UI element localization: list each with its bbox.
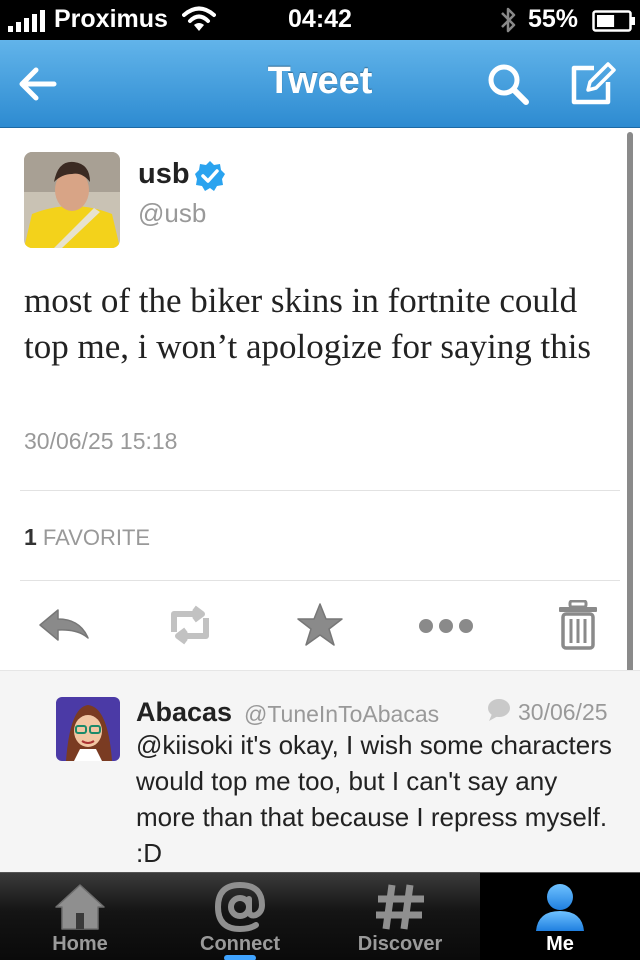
tab-label: Me (546, 933, 574, 955)
divider (20, 580, 620, 581)
reply-text: @kiisoki it's okay, I wish some characte… (136, 730, 612, 868)
home-icon (55, 884, 105, 930)
divider (20, 490, 620, 491)
person-icon (536, 884, 584, 931)
tab-discover[interactable]: Discover (320, 873, 480, 960)
verified-badge-icon (195, 161, 225, 191)
scrollbar[interactable] (627, 132, 633, 698)
favorite-count: 1 (24, 524, 37, 550)
at-sign-icon (214, 881, 266, 933)
bluetooth-icon (501, 7, 516, 33)
hashtag-icon (376, 884, 424, 930)
tab-home[interactable]: Home (0, 873, 160, 960)
favorite-count-row[interactable]: 1 FAVORITE (24, 524, 150, 551)
tab-label: Connect (200, 933, 280, 955)
trash-icon[interactable] (550, 600, 606, 650)
tab-connect[interactable]: Connect (160, 873, 320, 960)
tab-label: Discover (357, 933, 443, 955)
reply-author-avatar[interactable] (56, 697, 120, 761)
battery-icon (592, 10, 635, 32)
reply-icon[interactable] (36, 600, 92, 650)
favorite-label: FAVORITE (42, 525, 151, 550)
tweet-author-name[interactable]: usb (138, 158, 190, 191)
tab-label: Home (52, 933, 108, 955)
tweet-author-handle[interactable]: @usb (138, 198, 206, 229)
favorite-star-icon[interactable] (292, 600, 348, 650)
reply-date: 30/06/25 (518, 699, 608, 725)
compose-icon[interactable] (568, 60, 616, 108)
tab-me[interactable]: Me (480, 873, 640, 960)
more-dots-icon[interactable] (418, 600, 474, 650)
page-title: Tweet (267, 60, 373, 102)
retweet-icon[interactable] (162, 600, 218, 650)
search-icon[interactable] (484, 60, 532, 108)
battery-percent: 55% (528, 5, 579, 33)
tweet-detail-view[interactable]: usb @usb most of the biker skins in fort… (0, 128, 640, 872)
connect-indicator (224, 955, 256, 960)
tab-bar: Home Connect Discover Me (0, 872, 640, 960)
tweet-timestamp: 30/06/25 15:18 (24, 428, 178, 454)
tweet-author-avatar[interactable] (24, 152, 120, 248)
conversation-bubble-icon (488, 699, 510, 721)
reply-item[interactable]: Abacas @TuneInToAbacas 30/06/25 @kiisoki… (0, 670, 640, 872)
tweet-text: most of the biker skins in fortnite coul… (24, 281, 592, 366)
status-bar: Proximus 04:42 55% (0, 0, 640, 40)
navigation-bar: Tweet (0, 40, 640, 128)
reply-author-handle[interactable]: @TuneInToAbacas (244, 701, 439, 728)
reply-author-name[interactable]: Abacas (136, 697, 232, 728)
